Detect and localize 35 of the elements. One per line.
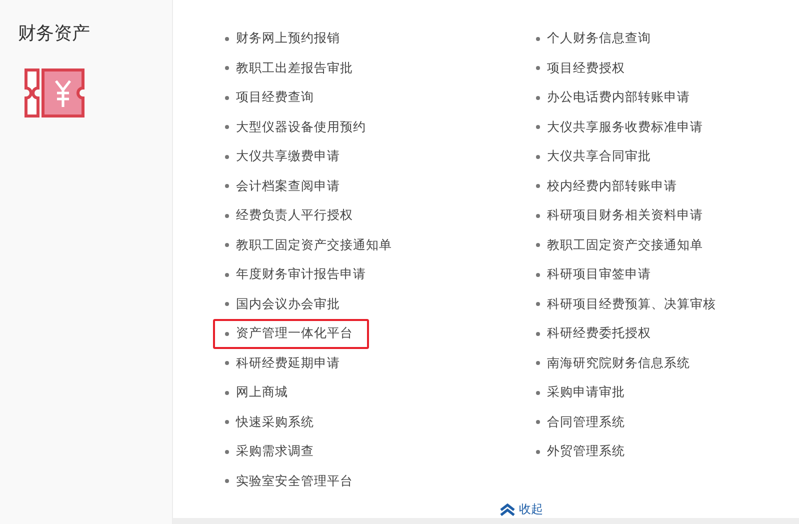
service-link[interactable]: 采购申请审批 — [524, 378, 641, 408]
service-link[interactable]: 项目经费授权 — [524, 54, 641, 83]
service-link[interactable]: 采购需求调查 — [213, 437, 330, 466]
chevrons-up-icon — [499, 503, 516, 516]
service-link[interactable]: 大仪共享服务收费标准申请 — [524, 112, 719, 142]
service-link[interactable]: 实验室安全管理平台 — [213, 466, 369, 496]
service-link[interactable]: 项目经费查询 — [213, 83, 330, 112]
service-link[interactable]: 年度财务审计报告申请 — [213, 260, 382, 290]
service-link[interactable]: 财务网上预约报销 — [213, 24, 356, 54]
service-link[interactable]: 科研项目经费预算、决算审核 — [524, 290, 732, 319]
service-link[interactable]: 网上商城 — [213, 378, 304, 408]
service-link[interactable]: 教职工固定资产交接通知单 — [524, 230, 719, 260]
service-link[interactable]: 大仪共享缴费申请 — [213, 142, 356, 172]
service-link[interactable]: 教职工出差报告审批 — [213, 54, 369, 83]
service-link[interactable]: 科研项目财务相关资料申请 — [524, 201, 719, 230]
service-link[interactable]: 经费负责人平行授权 — [213, 201, 369, 230]
service-link[interactable]: 科研经费延期申请 — [213, 348, 356, 378]
service-link[interactable]: 科研经费委托授权 — [524, 319, 667, 348]
section-title: 财务资产 — [18, 22, 90, 46]
service-link[interactable]: 大仪共享合同审批 — [524, 142, 667, 172]
service-link[interactable]: 合同管理系统 — [524, 408, 641, 437]
collapse-link[interactable]: 收起 — [499, 501, 543, 518]
service-link[interactable]: 校内经费内部转账申请 — [524, 172, 693, 201]
service-link[interactable]: 会计档案查阅申请 — [213, 172, 356, 201]
service-link[interactable]: 个人财务信息查询 — [524, 24, 667, 54]
service-link[interactable]: 国内会议办会审批 — [213, 290, 356, 319]
service-link[interactable]: 外贸管理系统 — [524, 437, 641, 466]
service-link[interactable]: 资产管理一体化平台 — [213, 319, 369, 348]
service-link[interactable]: 教职工固定资产交接通知单 — [213, 230, 408, 260]
ticket-yen-icon — [24, 68, 86, 118]
service-link[interactable]: 办公电话费内部转账申请 — [524, 83, 706, 112]
service-link[interactable]: 科研项目审签申请 — [524, 260, 667, 290]
service-link[interactable]: 快速采购系统 — [213, 408, 330, 437]
service-link[interactable]: 大型仪器设备使用预约 — [213, 112, 382, 142]
service-link[interactable]: 南海研究院财务信息系统 — [524, 348, 706, 378]
